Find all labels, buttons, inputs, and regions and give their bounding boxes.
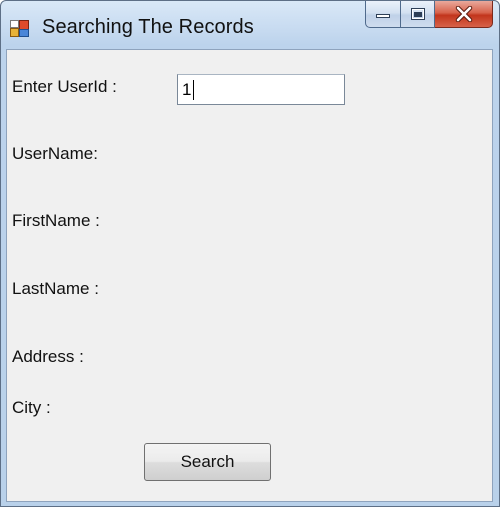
close-button[interactable] (435, 1, 493, 28)
city-label: City : (12, 398, 51, 417)
maximize-icon (410, 8, 425, 20)
window-title: Searching The Records (42, 16, 254, 38)
minimize-icon (376, 14, 390, 18)
app-window: Searching The Records Enter UserId: 1 U… (0, 0, 500, 507)
address-label: Address : (12, 347, 84, 366)
title-bar[interactable]: Searching The Records (1, 1, 499, 49)
username-label: UserName: (12, 144, 98, 163)
lastname-label: LastName : (12, 279, 99, 298)
userid-input[interactable] (177, 74, 345, 105)
userid-label: Enter UserId : (12, 77, 117, 96)
firstname-label: FirstName : (12, 211, 100, 230)
form-client-area: Enter UserId : UserName: FirstName : Las… (6, 49, 493, 502)
maximize-button[interactable] (401, 1, 435, 28)
caption-buttons (365, 1, 493, 29)
app-icon (10, 20, 29, 37)
text-caret (193, 80, 194, 100)
search-button[interactable]: Search (144, 443, 271, 481)
minimize-button[interactable] (365, 1, 401, 28)
close-icon (455, 6, 472, 22)
